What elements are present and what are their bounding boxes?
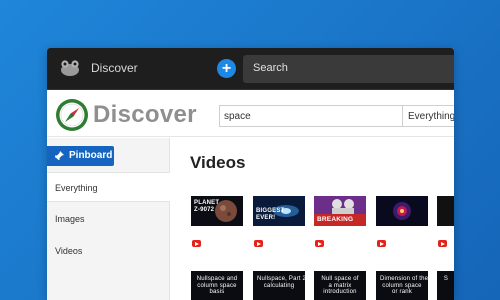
search-placeholder: Search: [253, 62, 288, 74]
video-thumbnail[interactable]: Null space of a matrix introduction: [314, 271, 366, 300]
query-input[interactable]: space: [219, 105, 403, 127]
video-thumbnail[interactable]: Nullspace and column space basis: [191, 271, 243, 300]
thumbnail-caption: Dimension of the column space or rank: [380, 276, 428, 295]
thumbnail-caption: Nullspace and column space basis: [196, 276, 238, 295]
youtube-icon: [377, 240, 386, 247]
youtube-icon: [438, 240, 447, 247]
app-window: Discover + Search Discover space Everyth…: [47, 48, 454, 300]
video-thumbnail[interactable]: BREAKING: [314, 196, 366, 226]
youtube-icon: [315, 240, 324, 247]
video-thumbnail[interactable]: [376, 196, 428, 226]
youtube-icon: [254, 240, 263, 247]
thumbnail-caption: PLANET Z-9072: [194, 200, 220, 213]
plus-icon[interactable]: +: [217, 59, 236, 78]
sidebar-item-everything[interactable]: Everything: [47, 172, 170, 202]
main-content: Videos PLANET Z-9072 BIGGEST EVER! BREAK…: [171, 138, 454, 300]
sidebar-item-videos[interactable]: Videos: [47, 236, 170, 266]
video-thumbnail[interactable]: Nullspace, Part 2, calculating: [253, 271, 305, 300]
scope-select[interactable]: Everything: [403, 105, 454, 127]
pinboard-button[interactable]: Pinboard: [47, 146, 114, 166]
query-value: space: [224, 111, 251, 122]
sidebar-item-label: Everything: [55, 183, 98, 193]
brand-name: Discover: [93, 101, 197, 128]
scope-value: Everything: [408, 111, 454, 122]
breaking-banner: BREAKING: [314, 214, 366, 226]
nebula-image: [393, 202, 411, 220]
youtube-icon: [192, 240, 201, 247]
thumbnail-caption: BIGGEST EVER!: [256, 208, 285, 221]
pinboard-label: Pinboard: [69, 150, 113, 161]
sidebar-item-label: Videos: [55, 246, 83, 256]
app-title: Discover: [91, 61, 138, 75]
brand-bar: Discover space Everything: [47, 91, 454, 137]
video-thumbnail[interactable]: [437, 196, 454, 226]
top-bar: Discover + Search: [47, 48, 454, 90]
sidebar-item-images[interactable]: Images: [47, 204, 170, 234]
section-heading: Videos: [190, 153, 246, 172]
video-thumbnail[interactable]: PLANET Z-9072: [191, 196, 243, 226]
video-thumbnail[interactable]: BIGGEST EVER!: [253, 196, 305, 226]
thumbnail-caption: Nullspace, Part 2, calculating: [257, 276, 305, 289]
video-thumbnail[interactable]: S: [437, 271, 454, 300]
frog-logo-icon[interactable]: [59, 58, 81, 78]
thumbnail-caption: BREAKING: [317, 216, 354, 223]
compass-icon[interactable]: [55, 98, 89, 132]
thumbnail-caption: Null space of a matrix introduction: [321, 276, 359, 295]
pin-icon: [54, 151, 64, 161]
sidebar-item-label: Images: [55, 214, 85, 224]
video-thumbnail[interactable]: Dimension of the column space or rank: [376, 271, 428, 300]
thumbnail-caption: S: [443, 276, 449, 282]
sidebar: Pinboard Everything Images Videos: [47, 138, 170, 300]
search-input[interactable]: Search: [243, 55, 454, 83]
